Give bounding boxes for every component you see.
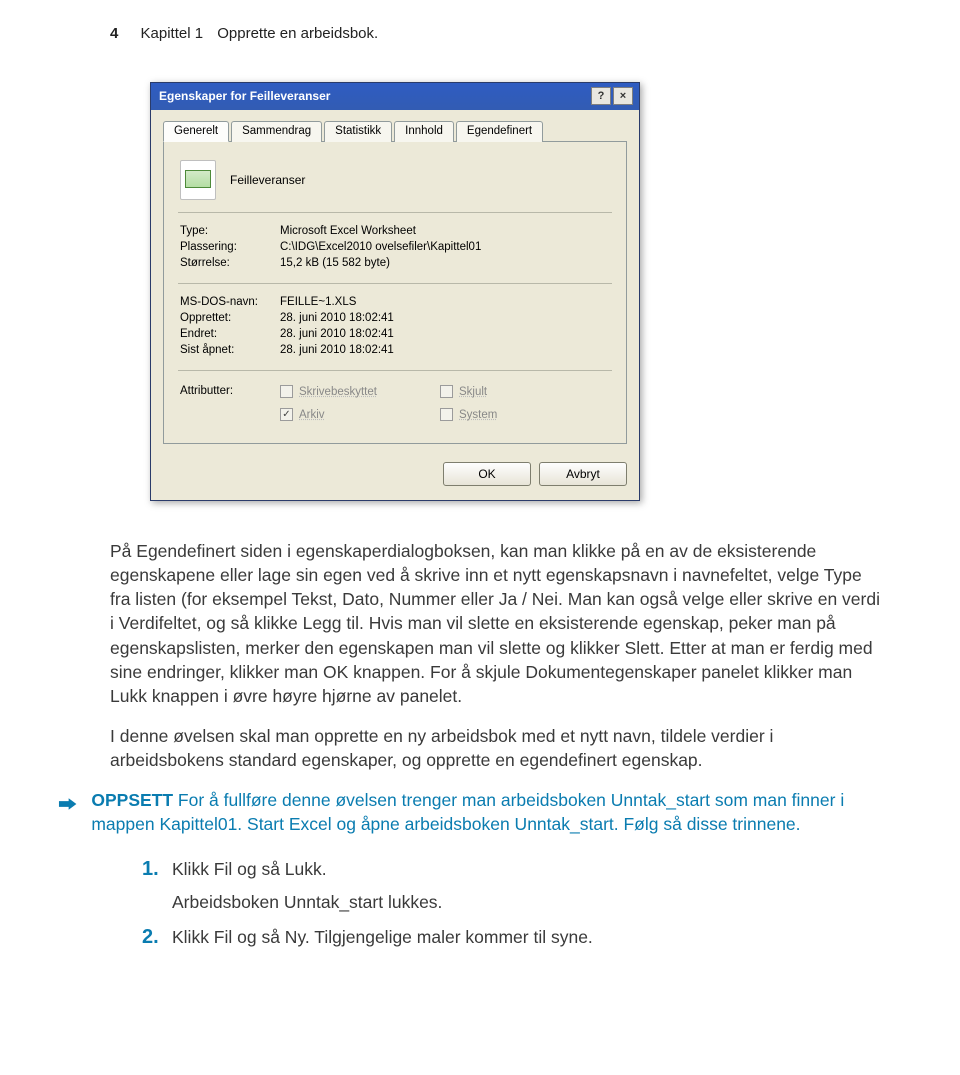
tab-statistics[interactable]: Statistikk: [324, 121, 392, 142]
help-button[interactable]: ?: [591, 87, 611, 105]
label-modified: Endret:: [180, 328, 280, 340]
page-title: Opprette en arbeidsbok.: [217, 25, 378, 42]
value-opened: 28. juni 2010 18:02:41: [280, 344, 610, 356]
step-2-number: 2.: [142, 923, 172, 952]
step-2: 2. Klikk Fil og så Ny. Tilgjengelige mal…: [142, 923, 880, 952]
label-size: Størrelse:: [180, 257, 280, 269]
callout-lead: OPPSETT: [91, 790, 173, 810]
ok-button[interactable]: OK: [443, 462, 531, 486]
page-header: 4 Kapittel 1 Opprette en arbeidsbok.: [110, 25, 880, 42]
label-created: Opprettet:: [180, 312, 280, 324]
arrow-icon: [58, 790, 77, 818]
value-type: Microsoft Excel Worksheet: [280, 225, 610, 237]
step-1-text: Klikk Fil og så Lukk.: [172, 857, 880, 882]
label-attributes: Attributter:: [180, 385, 280, 421]
value-created: 28. juni 2010 18:02:41: [280, 312, 610, 324]
step-2-text: Klikk Fil og så Ny. Tilgjengelige maler …: [172, 925, 880, 950]
dialog-title: Egenskaper for Feilleveranser: [159, 89, 330, 103]
properties-dialog: Egenskaper for Feilleveranser ? × Genere…: [150, 82, 640, 501]
step-1-result: Arbeidsboken Unntak_start lukkes.: [172, 892, 880, 913]
step-1-number: 1.: [142, 855, 172, 884]
value-size: 15,2 kB (15 582 byte): [280, 257, 610, 269]
dialog-titlebar: Egenskaper for Feilleveranser ? ×: [151, 83, 639, 110]
label-dosname: MS-DOS-navn:: [180, 296, 280, 308]
label-opened: Sist åpnet:: [180, 344, 280, 356]
checkbox-readonly[interactable]: Skrivebeskyttet: [280, 385, 440, 398]
setup-callout: OPPSETT For å fullføre denne øvelsen tre…: [110, 788, 880, 836]
value-location: C:\IDG\Excel2010 ovelsefiler\Kapittel01: [280, 241, 610, 253]
checkbox-system[interactable]: System: [440, 408, 580, 421]
callout-text: For å fullføre denne øvelsen trenger man…: [91, 790, 844, 834]
cancel-button[interactable]: Avbryt: [539, 462, 627, 486]
label-type: Type:: [180, 225, 280, 237]
tab-custom[interactable]: Egendefinert: [456, 121, 543, 142]
excel-file-icon: X: [180, 160, 216, 200]
checkbox-archive[interactable]: Arkiv: [280, 408, 440, 421]
tab-summary[interactable]: Sammendrag: [231, 121, 322, 142]
tab-content-general: X Feilleveranser Type:Microsoft Excel Wo…: [163, 142, 627, 444]
tab-general[interactable]: Generelt: [163, 121, 229, 142]
checkbox-hidden[interactable]: Skjult: [440, 385, 580, 398]
paragraph-2: I denne øvelsen skal man opprette en ny …: [110, 724, 880, 772]
value-modified: 28. juni 2010 18:02:41: [280, 328, 610, 340]
chapter-label: Kapittel 1: [141, 25, 204, 42]
page-number: 4: [110, 25, 118, 42]
close-button[interactable]: ×: [613, 87, 633, 105]
step-1: 1. Klikk Fil og så Lukk.: [142, 855, 880, 884]
paragraph-1: På Egendefinert siden i egenskaperdialog…: [110, 539, 880, 708]
label-location: Plassering:: [180, 241, 280, 253]
tab-strip: Generelt Sammendrag Statistikk Innhold E…: [163, 120, 627, 142]
file-name: Feilleveranser: [230, 173, 305, 187]
value-dosname: FEILLE~1.XLS: [280, 296, 610, 308]
tab-contents[interactable]: Innhold: [394, 121, 454, 142]
